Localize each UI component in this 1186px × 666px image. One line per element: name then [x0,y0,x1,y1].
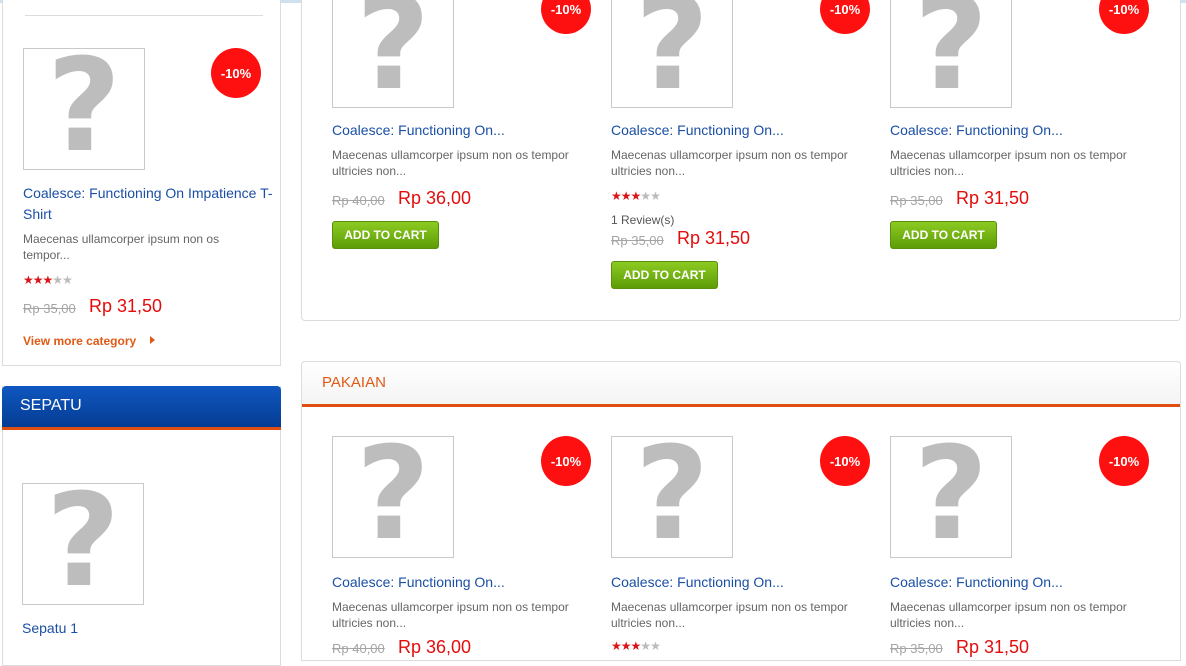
star-filled-icon: ★ [32,273,44,287]
star-filled-icon: ★ [611,189,622,203]
product-description: Maecenas ullamcorper ipsum non os tempor [332,600,569,614]
old-price: Rp 35,00 [611,233,664,248]
question-mark-icon: ? [355,420,431,569]
star-filled-icon: ★ [23,273,34,287]
star-filled-icon: ★ [611,639,622,653]
view-more-category-link[interactable]: View more category [23,334,155,348]
product-title-link[interactable]: Coalesce: Functioning On... [332,120,505,141]
old-price: Rp 40,00 [332,193,385,208]
pakaian-heading: PAKAIAN [322,374,386,391]
product-description: ultricies non... [332,616,407,630]
product-description: Maecenas ullamcorper ipsum non os tempor [890,600,1127,614]
star-filled-icon: ★ [620,639,632,653]
sepatu-heading: SEPATU [20,397,82,414]
product-description: ultricies non... [890,616,965,630]
old-price: Rp 35,00 [890,641,943,656]
product-image-placeholder[interactable]: ? [890,431,1012,559]
chevron-right-icon [150,336,155,344]
divider [25,15,263,16]
star-empty-icon: ★ [62,273,73,287]
question-mark-icon: ? [913,420,989,569]
discount-badge: -10% [211,48,261,98]
star-filled-icon: ★ [42,273,54,287]
product-description: Maecenas ullamcorper ipsum non os tempor [332,148,569,162]
add-to-cart-button[interactable]: ADD TO CART [332,221,439,249]
product-description: Maecenas ullamcorper ipsum non os tempor [611,600,848,614]
discount-badge: -10% [541,436,591,486]
discount-badge: -10% [1099,436,1149,486]
product-title-link[interactable]: Coalesce: Functioning On... [611,572,784,593]
product-image-placeholder[interactable]: ? [611,0,733,119]
product-description: Maecenas ullamcorper ipsum non os tempor [611,148,848,162]
rating-stars: ★★★★★ [23,273,73,287]
product-title-link[interactable]: Coalesce: Functioning On... [890,120,1063,141]
product-title-link[interactable]: Coalesce: Functioning On... [890,572,1063,593]
sale-price: Rp 36,00 [398,188,472,208]
product-title-link[interactable]: Coalesce: Functioning On Impatience T-Sh… [23,183,273,225]
view-more-label: View more category [23,334,137,348]
product-description: ultricies non... [332,164,407,178]
star-empty-icon: ★ [650,639,661,653]
product-title-link[interactable]: Coalesce: Functioning On... [611,120,784,141]
question-mark-icon: ? [913,0,989,119]
product-description: ultricies non... [611,616,686,630]
sale-price: Rp 31,50 [677,228,751,248]
product-image-placeholder[interactable]: ? [611,431,733,559]
discount-badge: -10% [820,436,870,486]
rating-stars: ★★★★★ [611,639,661,653]
product-image-placeholder[interactable]: ? [890,0,1012,119]
sale-price: Rp 31,50 [89,296,163,316]
old-price: Rp 40,00 [332,641,385,656]
header-underline [302,404,1180,407]
product-title-link[interactable]: Sepatu 1 [22,618,78,639]
header-underline [2,427,281,430]
sale-price: Rp 31,50 [956,188,1030,208]
pakaian-header: PAKAIAN [302,362,1180,404]
product-image-placeholder[interactable]: ? [23,43,145,171]
star-filled-icon: ★ [620,189,632,203]
star-filled-icon: ★ [630,639,642,653]
star-filled-icon: ★ [630,189,642,203]
question-mark-icon: ? [355,0,431,119]
review-count-link[interactable]: 1 Review(s) [611,213,674,227]
star-empty-icon: ★ [52,273,63,287]
star-empty-icon: ★ [650,189,661,203]
product-image-placeholder[interactable]: ? [22,478,144,606]
question-mark-icon: ? [46,32,122,181]
product-image-placeholder[interactable]: ? [332,0,454,119]
product-description: ultricies non... [611,164,686,178]
question-mark-icon: ? [45,467,121,616]
star-empty-icon: ★ [640,189,651,203]
star-empty-icon: ★ [640,639,651,653]
old-price: Rp 35,00 [23,301,76,316]
rating-stars: ★★★★★ [611,189,661,203]
question-mark-icon: ? [634,0,710,119]
product-description: ultricies non... [890,164,965,178]
product-image-placeholder[interactable]: ? [332,431,454,559]
sepatu-header: SEPATU [2,386,281,427]
product-description: Maecenas ullamcorper ipsum non os tempor [890,148,1127,162]
add-to-cart-button[interactable]: ADD TO CART [890,221,997,249]
product-title-link[interactable]: Coalesce: Functioning On... [332,572,505,593]
old-price: Rp 35,00 [890,193,943,208]
add-to-cart-button[interactable]: ADD TO CART [611,261,718,289]
product-description: Maecenas ullamcorper ipsum non os tempor… [23,232,220,262]
sidebar-category-panel: ? -10% Coalesce: Functioning On Impatien… [2,0,281,366]
question-mark-icon: ? [634,420,710,569]
